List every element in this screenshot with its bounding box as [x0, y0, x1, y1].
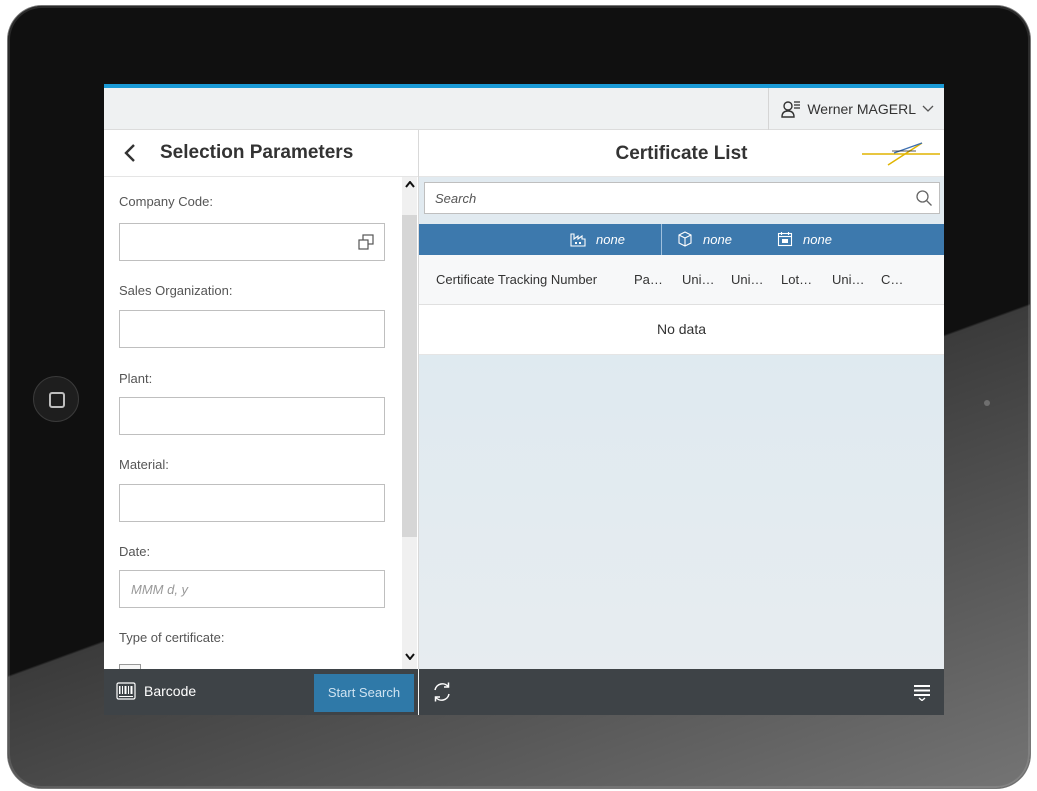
chevron-down-icon [922, 105, 934, 112]
scroll-down-icon[interactable] [402, 649, 417, 663]
value-help-icon[interactable] [358, 234, 374, 250]
menu-icon[interactable] [912, 683, 932, 701]
shell-header: Werner MAGERL [104, 84, 944, 130]
search-icon[interactable] [915, 189, 933, 207]
search-placeholder: Search [435, 191, 477, 206]
material-input[interactable] [119, 484, 385, 522]
material-filter-value: none [703, 231, 732, 247]
selection-panel-title: Selection Parameters [160, 142, 354, 163]
column-header[interactable]: Certificate Tracking Number [436, 272, 597, 287]
table-column-header: Certificate Tracking Number Pa… Uni… Uni… [419, 255, 944, 305]
user-menu-icon [781, 101, 801, 118]
date-label: Date: [119, 544, 151, 559]
barcode-button[interactable]: Barcode [116, 682, 196, 700]
certificate-list-header: Certificate List [419, 130, 944, 177]
user-name: Werner MAGERL [807, 101, 916, 117]
filter-info-bar[interactable]: none none none [419, 224, 944, 255]
certificate-list-panel: Certificate List Search none none none C… [419, 130, 944, 669]
user-menu[interactable]: Werner MAGERL [768, 88, 944, 130]
sales-org-input[interactable] [119, 310, 385, 348]
selection-footer: Barcode Start Search [104, 669, 418, 715]
column-header[interactable]: Uni… [682, 272, 715, 287]
company-code-label: Company Code: [119, 194, 213, 209]
barcode-label: Barcode [144, 683, 197, 699]
start-search-button[interactable]: Start Search [314, 674, 414, 712]
barcode-icon [116, 682, 136, 700]
home-button[interactable] [33, 376, 79, 422]
date-filter-value: none [803, 231, 832, 247]
plant-label: Plant: [119, 371, 153, 386]
ccert-logo [862, 142, 940, 166]
plant-input[interactable] [119, 397, 385, 435]
back-button[interactable] [116, 139, 144, 167]
material-cube-icon [678, 231, 692, 247]
column-header[interactable]: Pa… [634, 272, 663, 287]
selection-scrollbar[interactable] [402, 177, 417, 669]
chevron-left-icon [124, 144, 135, 162]
no-data-text: No data [419, 305, 944, 355]
list-background [419, 355, 944, 669]
certificate-type-label: Type of certificate: [119, 630, 225, 645]
material-filter[interactable]: none [677, 231, 732, 247]
selection-panel: Selection Parameters Company Code: Sales… [104, 130, 419, 669]
company-code-input[interactable] [119, 223, 385, 261]
selection-form: Company Code: Sales Organization: Plant:… [104, 177, 402, 669]
camera-icon [984, 400, 990, 406]
scroll-up-icon[interactable] [402, 177, 417, 191]
date-input[interactable]: MMM d, y [119, 570, 385, 608]
calendar-icon [777, 232, 793, 247]
sales-org-label: Sales Organization: [119, 283, 233, 298]
refresh-icon[interactable] [431, 681, 453, 703]
search-input[interactable]: Search [424, 182, 940, 214]
column-header[interactable]: C… [881, 272, 903, 287]
app-screen: Werner MAGERL Selection Parameters Compa… [104, 84, 944, 715]
factory-icon [570, 233, 586, 247]
column-header[interactable]: Uni… [832, 272, 865, 287]
plant-filter-value: none [596, 231, 625, 247]
date-placeholder: MMM d, y [131, 582, 189, 597]
date-filter[interactable]: none [777, 231, 832, 247]
scroll-thumb[interactable] [402, 215, 417, 537]
plant-filter[interactable]: none [570, 231, 625, 247]
column-header[interactable]: Lot… [781, 272, 812, 287]
selection-panel-header: Selection Parameters [104, 130, 418, 177]
list-footer [419, 669, 944, 715]
material-label: Material: [119, 457, 169, 472]
column-header[interactable]: Uni… [731, 272, 764, 287]
